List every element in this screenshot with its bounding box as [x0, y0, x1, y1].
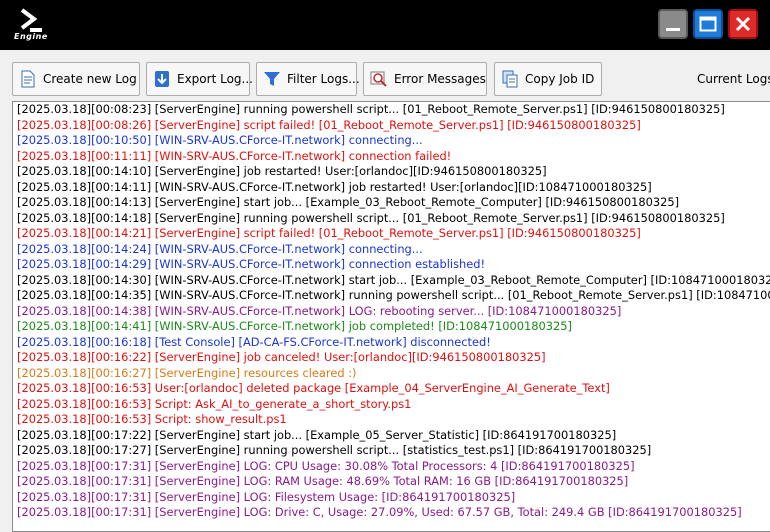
toolbar: Create new Log Export Log... Filter Logs… — [0, 50, 770, 100]
close-icon — [735, 16, 751, 32]
log-line[interactable]: [2025.03.18][00:14:29] [WIN-SRV-AUS.CFor… — [13, 257, 770, 273]
filter-logs-button[interactable]: Filter Logs... — [256, 62, 360, 96]
log-line[interactable]: [2025.03.18][00:14:13] [ServerEngine] st… — [13, 195, 770, 211]
log-line[interactable]: [2025.03.18][00:17:31] [ServerEngine] LO… — [13, 474, 770, 490]
error-messages-label: Error Messages — [394, 72, 486, 86]
log-line[interactable]: [2025.03.18][00:17:22] [ServerEngine] st… — [13, 428, 770, 444]
log-line[interactable]: [2025.03.18][00:17:31] [ServerEngine] LO… — [13, 459, 770, 475]
copy-job-id-button[interactable]: Copy Job ID — [494, 62, 602, 96]
log-line[interactable]: [2025.03.18][00:17:31] [ServerEngine] LO… — [13, 505, 770, 521]
create-new-log-label: Create new Log — [43, 72, 137, 86]
log-line[interactable]: [2025.03.18][00:14:24] [WIN-SRV-AUS.CFor… — [13, 242, 770, 258]
maximize-button[interactable] — [693, 9, 723, 39]
log-line[interactable]: [2025.03.18][00:16:53] Script: show_resu… — [13, 412, 770, 428]
logo-text: Engine — [14, 32, 48, 41]
log-line[interactable]: [2025.03.18][00:14:18] [ServerEngine] ru… — [13, 211, 770, 227]
log-line[interactable]: [2025.03.18][00:08:26] [ServerEngine] sc… — [13, 118, 770, 134]
current-logs-label: Current Logs — [697, 72, 770, 86]
log-line[interactable]: [2025.03.18][00:11:11] [WIN-SRV-AUS.CFor… — [13, 149, 770, 165]
error-messages-button[interactable]: Error Messages — [363, 62, 487, 96]
log-line[interactable]: [2025.03.18][00:14:10] [ServerEngine] jo… — [13, 164, 770, 180]
log-line[interactable]: [2025.03.18][00:10:50] [WIN-SRV-AUS.CFor… — [13, 133, 770, 149]
export-log-button[interactable]: Export Log... — [146, 62, 253, 96]
log-line[interactable]: [2025.03.18][00:14:35] [WIN-SRV-AUS.CFor… — [13, 288, 770, 304]
export-log-label: Export Log... — [177, 72, 253, 86]
copy-job-id-label: Copy Job ID — [525, 72, 595, 86]
log-line[interactable]: [2025.03.18][00:14:11] [WIN-SRV-AUS.CFor… — [13, 180, 770, 196]
log-line[interactable]: [2025.03.18][00:14:38] [WIN-SRV-AUS.CFor… — [13, 304, 770, 320]
close-button[interactable] — [728, 9, 758, 39]
log-line[interactable]: [2025.03.18][00:16:53] User:[orlandoc] d… — [13, 381, 770, 397]
error-search-icon — [370, 71, 387, 87]
copy-icon — [502, 70, 518, 88]
export-icon — [155, 71, 169, 87]
create-new-log-button[interactable]: Create new Log — [12, 62, 140, 96]
title-bar: Engine — [0, 0, 770, 50]
log-line[interactable]: [2025.03.18][00:16:53] Script: Ask_AI_to… — [13, 397, 770, 413]
log-line[interactable]: [2025.03.18][00:17:31] [ServerEngine] LO… — [13, 490, 770, 506]
log-line[interactable]: [2025.03.18][00:17:27] [ServerEngine] ru… — [13, 443, 770, 459]
filter-logs-label: Filter Logs... — [287, 72, 360, 86]
log-line[interactable]: [2025.03.18][00:14:21] [ServerEngine] sc… — [13, 226, 770, 242]
log-line[interactable]: [2025.03.18][00:16:22] [ServerEngine] jo… — [13, 350, 770, 366]
filter-icon — [264, 72, 280, 86]
log-line[interactable]: [2025.03.18][00:08:23] [ServerEngine] ru… — [13, 102, 770, 118]
log-list[interactable]: [2025.03.18][00:08:23] [ServerEngine] ru… — [12, 101, 770, 532]
minimize-icon — [666, 28, 680, 31]
log-line[interactable]: [2025.03.18][00:16:27] [ServerEngine] re… — [13, 366, 770, 382]
log-line[interactable]: [2025.03.18][00:14:41] [WIN-SRV-AUS.CFor… — [13, 319, 770, 335]
maximize-icon — [699, 16, 717, 32]
minimize-button[interactable] — [658, 9, 688, 39]
log-line[interactable]: [2025.03.18][00:14:30] [WIN-SRV-AUS.CFor… — [13, 273, 770, 289]
log-line[interactable]: [2025.03.18][00:16:18] [Test Console] [A… — [13, 335, 770, 351]
new-document-icon — [21, 70, 35, 88]
